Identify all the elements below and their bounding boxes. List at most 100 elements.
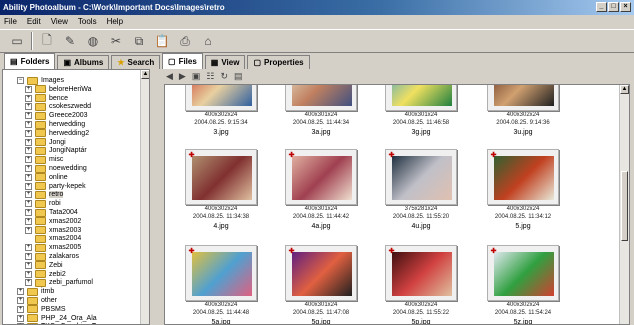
expander-icon[interactable]: + [25, 217, 32, 225]
expander-icon[interactable]: + [17, 305, 24, 313]
thumbnail-image[interactable] [487, 85, 559, 111]
thumbnail-item[interactable]: 400x302x24 2004.08.25. 9:15:34 3.jpg [173, 85, 269, 143]
tag-icon[interactable]: ⌂ [199, 32, 217, 50]
expander-icon[interactable]: + [25, 165, 32, 172]
expander-icon[interactable]: + [25, 226, 32, 234]
copy-icon[interactable]: ⧉ [130, 32, 148, 50]
thumbnails-icon[interactable]: ▣ [192, 71, 201, 82]
thumbnail-image[interactable] [285, 85, 357, 111]
expander-icon[interactable]: + [25, 156, 32, 164]
back-icon[interactable]: ◀ [166, 71, 173, 82]
expander-icon[interactable]: + [25, 182, 32, 190]
globe-icon[interactable]: ◍ [84, 32, 102, 50]
thumbnail-image[interactable]: ✚ [185, 149, 257, 205]
print-icon[interactable]: ⎙ [176, 32, 194, 50]
tree-item[interactable]: + other [17, 296, 57, 305]
tree-item[interactable]: xmas2004 [25, 234, 81, 243]
tree-item[interactable]: + noewedding [25, 164, 87, 173]
tab-view[interactable]: ▦ View [204, 55, 246, 69]
expander-icon[interactable]: + [25, 121, 32, 128]
cut-icon[interactable]: ✂ [107, 32, 125, 50]
tab-search[interactable]: ★ Search [111, 55, 161, 69]
thumbnail-item[interactable]: 400x301x24 2004.08.25. 11:44:34 3a.jpg [273, 85, 369, 143]
thumbnail-item[interactable]: 400x302x24 2004.08.25. 9:14:36 3u.jpg [475, 85, 571, 143]
details-icon[interactable]: ☷ [206, 71, 214, 82]
tree-item[interactable]: + JongiNaptár [25, 146, 87, 155]
tree-item[interactable]: − Images [17, 76, 64, 85]
tree-item[interactable]: + xmas2003 [25, 226, 81, 235]
expander-icon[interactable]: + [25, 173, 32, 181]
slideshow-icon[interactable]: ▤ [234, 71, 243, 82]
tree-item[interactable]: + online [25, 173, 68, 182]
menu-tools[interactable]: Tools [78, 15, 97, 29]
thumbnail-item[interactable]: ✚ 400x302x24 2004.08.25. 11:54:24 5z.jpg [475, 245, 571, 324]
thumbnail-item[interactable]: 400x301x24 2004.08.25. 11:46:58 3g.jpg [373, 85, 469, 143]
thumbnail-image[interactable] [185, 85, 257, 111]
tree-item[interactable]: + bence [25, 94, 68, 103]
expander-icon[interactable]: + [17, 288, 24, 296]
close-button[interactable]: × [620, 2, 631, 12]
thumbnail-image[interactable]: ✚ [185, 245, 257, 301]
tree-item[interactable]: + zalakaros [25, 252, 79, 261]
scroll-thumb[interactable] [621, 171, 628, 241]
expander-icon[interactable]: + [25, 279, 32, 287]
folder-tree[interactable]: ▲ − Images + beloreHeriWa + bence + csokeszwedd… [2, 69, 150, 325]
expander-icon[interactable]: + [25, 270, 32, 278]
tree-item[interactable]: + xmas2002 [25, 217, 81, 226]
thumbnail-gallery[interactable]: ▲ 400x302x24 2004.08.25. 9:15:34 3.jpg 400x… [164, 84, 630, 325]
expander-icon[interactable]: + [25, 129, 32, 137]
menu-view[interactable]: View [51, 15, 68, 29]
thumbnail-item[interactable]: ✚ 400x302x24 2004.08.25. 11:55:22 5p.jpg [373, 245, 469, 324]
expander-icon[interactable]: + [25, 261, 32, 269]
thumbnail-image[interactable]: ✚ [285, 149, 357, 205]
tree-item[interactable]: + beloreHeriWa [25, 85, 92, 94]
expander-icon[interactable]: + [25, 138, 32, 146]
tree-item[interactable]: + retro [25, 190, 64, 199]
scroll-up-icon[interactable]: ▲ [620, 85, 629, 94]
tree-scrollbar[interactable]: ▲ [140, 70, 149, 324]
expander-icon[interactable]: − [17, 77, 24, 84]
thumbnail-item[interactable]: ✚ 400x302x24 2004.08.25. 11:34:12 5.jpg [475, 149, 571, 237]
tree-item[interactable]: + PBSMS [17, 305, 66, 314]
tree-item[interactable]: + robi [25, 199, 61, 208]
expander-icon[interactable]: + [25, 200, 32, 208]
expander-icon[interactable]: + [25, 191, 32, 199]
tree-item[interactable]: + Zebi [25, 261, 63, 270]
thumbnail-item[interactable]: ✚ 400x302x24 2004.08.25. 11:34:38 4.jpg [173, 149, 269, 237]
monitor-icon[interactable]: ▭ [8, 32, 26, 50]
thumbnail-image[interactable]: ✚ [385, 149, 457, 205]
thumbnail-image[interactable]: ✚ [487, 245, 559, 301]
expander-icon[interactable]: + [17, 314, 24, 322]
tree-item[interactable]: + Tata2004 [25, 208, 78, 217]
tree-item[interactable]: + csokeszwedd [25, 102, 91, 111]
rotate-icon[interactable]: ↻ [220, 71, 228, 82]
thumbnail-image[interactable] [385, 85, 457, 111]
expander-icon[interactable]: + [25, 85, 32, 93]
minimize-button[interactable]: _ [596, 2, 607, 12]
tree-item[interactable]: + zebi2 [25, 270, 66, 279]
thumbnail-item[interactable]: ✚ 375x281x24 2004.08.25. 11:55:20 4u.jpg [373, 149, 469, 237]
tree-item[interactable]: + misc [25, 155, 63, 164]
tree-item[interactable]: + xmas2005 [25, 243, 81, 252]
thumbnail-image[interactable]: ✚ [285, 245, 357, 301]
gallery-scrollbar[interactable]: ▲ [619, 85, 629, 324]
menu-help[interactable]: Help [107, 15, 123, 29]
tree-item[interactable]: + Jongi [25, 138, 66, 147]
scroll-up-icon[interactable]: ▲ [141, 70, 149, 79]
tree-item[interactable]: + party-kepek [25, 182, 86, 191]
tree-item[interactable]: + Greece2003 [25, 111, 88, 120]
thumbnail-item[interactable]: ✚ 400x301x24 2004.08.25. 11:44:42 4a.jpg [273, 149, 369, 237]
tab-files[interactable]: ▢ Files [162, 53, 203, 69]
thumbnail-item[interactable]: ✚ 400x301x24 2004.08.25. 11:47:08 5g.jpg [273, 245, 369, 324]
expander-icon[interactable]: + [25, 244, 32, 252]
tree-item[interactable]: + zebi_parfumol [25, 278, 93, 287]
tree-item[interactable]: + herwedding [25, 120, 85, 129]
thumbnail-image[interactable]: ✚ [487, 149, 559, 205]
menu-file[interactable]: File [4, 15, 17, 29]
edit-icon[interactable]: ✎ [61, 32, 79, 50]
paste-icon[interactable]: 📋 [153, 32, 171, 50]
new-icon[interactable]: 🗋 [38, 32, 56, 50]
expander-icon[interactable]: + [25, 94, 32, 102]
tree-item[interactable]: + itmb [17, 287, 54, 296]
tab-folders[interactable]: ▤ Folders [4, 53, 56, 69]
